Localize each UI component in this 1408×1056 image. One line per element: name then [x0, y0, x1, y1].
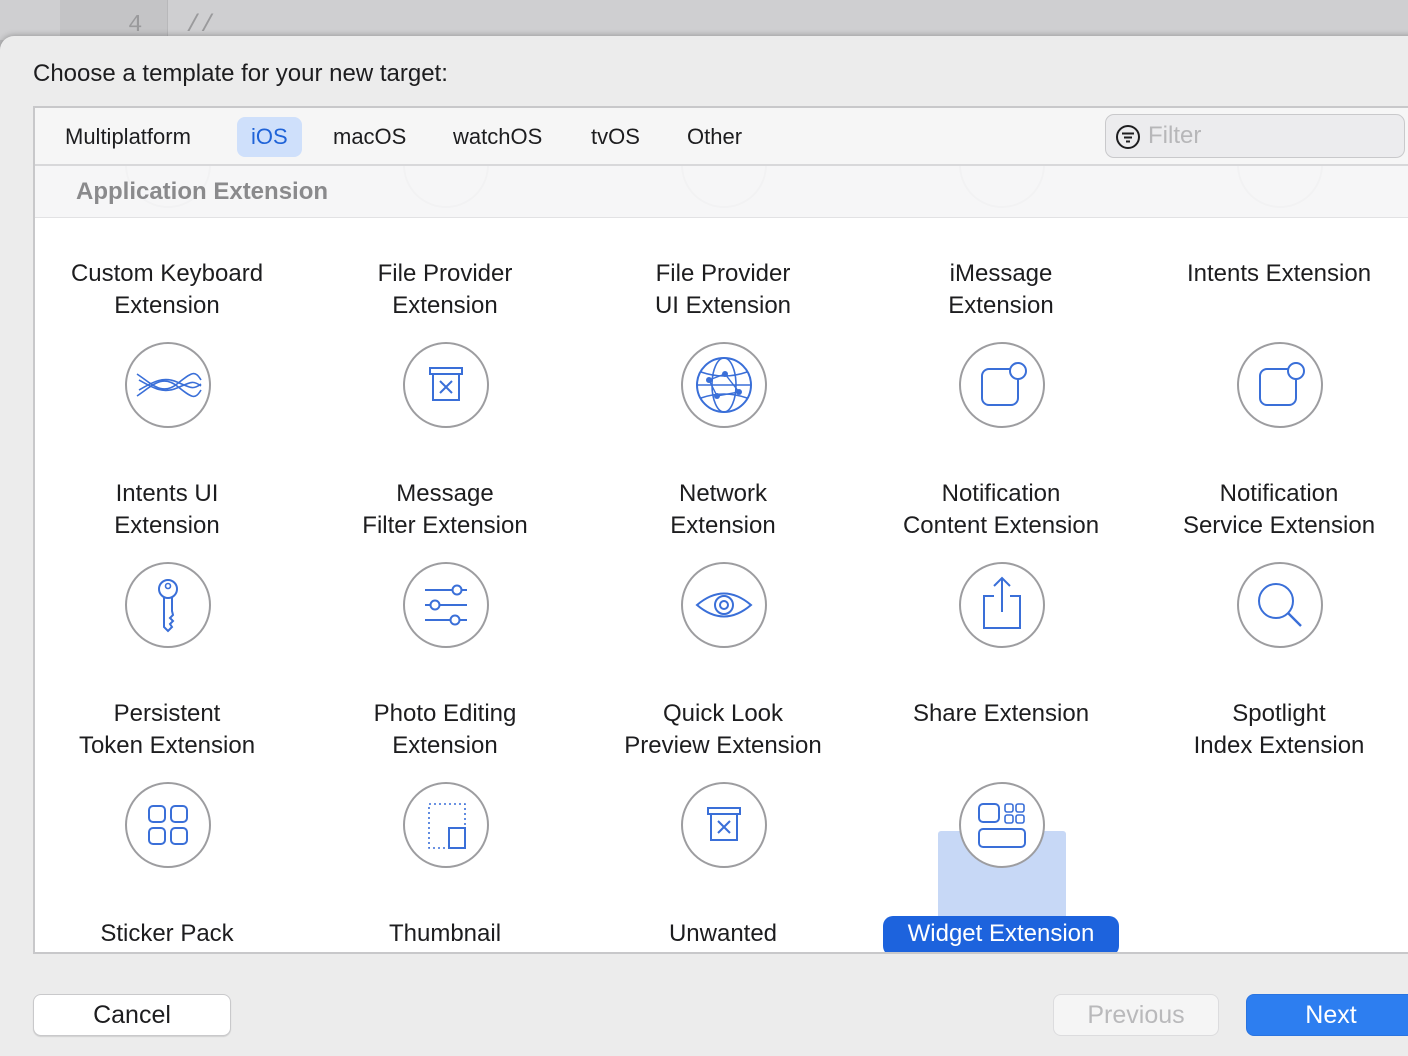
template-label: iMessage Extension — [948, 260, 1054, 319]
tab-multiplatform[interactable]: Multiplatform — [51, 117, 205, 157]
template-label: Message Filter Extension — [362, 480, 528, 539]
intents-ui-waves-icon — [125, 342, 211, 428]
section-title: Application Extension — [76, 178, 329, 205]
editor-code-line: // — [186, 12, 215, 39]
editor-line-number: 4 — [128, 12, 143, 39]
share-icon — [959, 562, 1045, 648]
template-label: File Provider UI Extension — [654, 260, 792, 319]
widget-icon — [959, 782, 1045, 868]
editor-gutter — [60, 0, 168, 40]
trash-box-icon — [681, 782, 767, 868]
template-label: Custom Keyboard Extension — [70, 260, 264, 319]
next-button[interactable]: Next — [1246, 994, 1408, 1036]
tab-ios[interactable]: iOS — [237, 117, 302, 157]
template-label: Notification Content Extension — [902, 480, 1100, 539]
network-globe-icon — [681, 342, 767, 428]
cancel-button[interactable]: Cancel — [33, 994, 231, 1036]
template-label: Intents Extension — [1186, 260, 1372, 287]
template-label: Photo Editing Extension — [373, 700, 517, 759]
template-label: Spotlight Index Extension — [1193, 700, 1365, 759]
filter-field[interactable] — [1105, 114, 1405, 158]
template-label: Quick Look Preview Extension — [624, 700, 822, 759]
template-label: Persistent Token Extension — [78, 700, 256, 759]
template-label: Sticker Pack — [100, 920, 234, 947]
template-label: File Provider Extension — [377, 260, 513, 319]
template-label: Share Extension — [912, 700, 1090, 727]
sliders-icon — [403, 562, 489, 648]
tab-watchos[interactable]: watchOS — [439, 117, 556, 157]
tab-macos[interactable]: macOS — [319, 117, 420, 157]
tab-other[interactable]: Other — [673, 117, 756, 157]
template-panel: Custom Keyboard Extension File Provider E… — [33, 106, 1408, 954]
key-icon — [125, 562, 211, 648]
template-label: Thumbnail — [388, 920, 502, 947]
notification-badge-icon — [959, 342, 1045, 428]
previous-button[interactable]: Previous — [1053, 994, 1219, 1036]
filter-icon — [1116, 125, 1140, 149]
editor-background: 4 // — [0, 0, 1408, 40]
section-header: Application Extension — [35, 166, 1408, 218]
notification-badge-icon — [1237, 342, 1323, 428]
template-label: Intents UI Extension — [114, 480, 220, 539]
platform-tabbar: Multiplatform iOS macOS watchOS tvOS Oth… — [35, 108, 1408, 166]
template-label: Network Extension — [670, 480, 776, 539]
magnifier-icon — [1237, 562, 1323, 648]
template-label: Unwanted — [668, 920, 778, 947]
filter-input[interactable] — [1148, 119, 1388, 153]
trash-box-icon — [403, 342, 489, 428]
new-target-sheet: Choose a template for your new target: C… — [0, 36, 1408, 1056]
template-label: Widget Extension — [907, 920, 1095, 947]
template-label: Notification Service Extension — [1182, 480, 1376, 539]
template-grid: Custom Keyboard Extension File Provider E… — [35, 108, 1408, 952]
thumbnail-icon — [403, 782, 489, 868]
eye-icon — [681, 562, 767, 648]
sheet-title: Choose a template for your new target: — [33, 60, 448, 87]
tab-tvos[interactable]: tvOS — [577, 117, 654, 157]
sticker-grid-icon — [125, 782, 211, 868]
